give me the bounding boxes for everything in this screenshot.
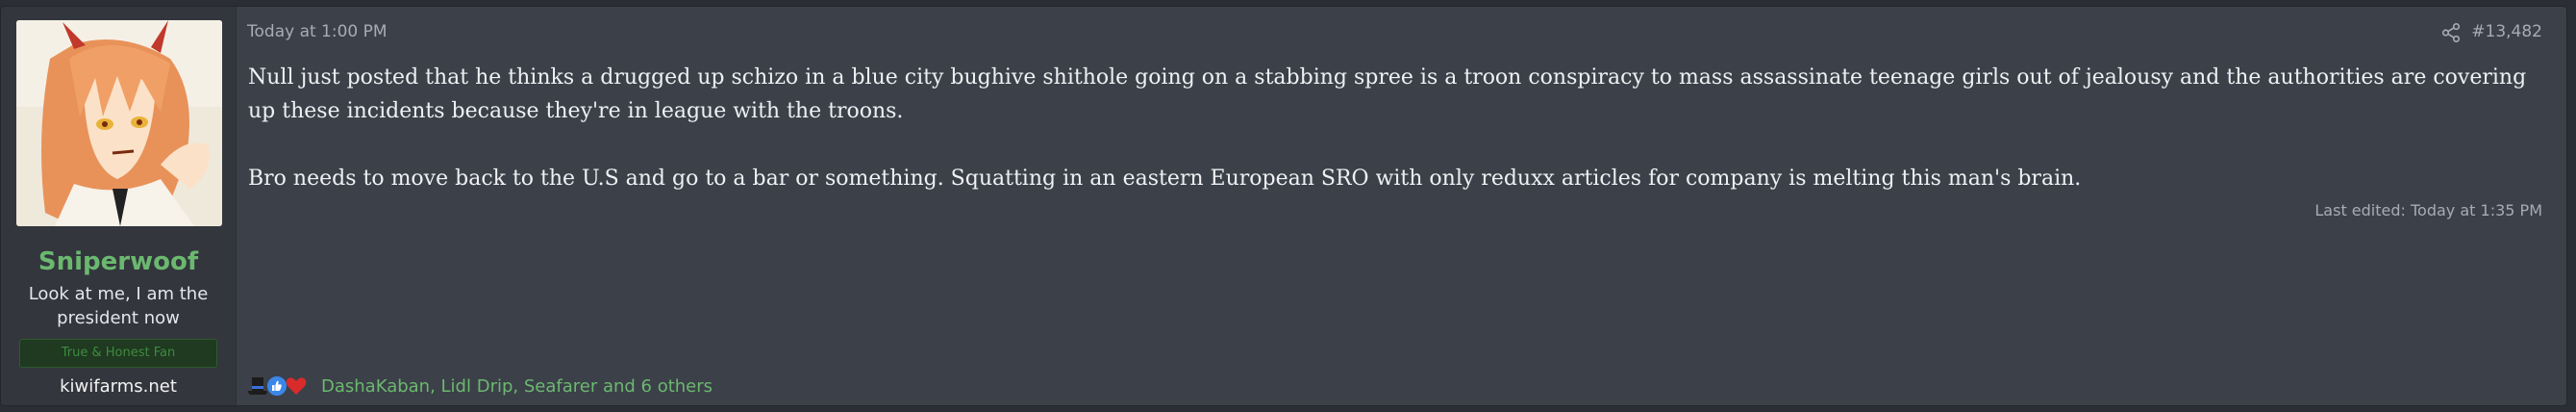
post-main: Today at 1:00 PM #13,482 Null just poste… — [237, 7, 2566, 405]
reaction-icons[interactable] — [246, 373, 313, 399]
last-edited-note: Last edited: Today at 1:35 PM — [2314, 201, 2542, 219]
anime-avatar-image — [16, 20, 222, 226]
post-body: Null just posted that he thinks a drugge… — [248, 61, 2537, 195]
post-paragraph: Null just posted that he thinks a drugge… — [248, 65, 2527, 123]
user-avatar[interactable] — [16, 20, 222, 226]
post-paragraph: Bro needs to move back to the U.S and go… — [248, 167, 2082, 191]
user-title: Look at me, I am the president now — [28, 284, 209, 328]
reactions-bar[interactable]: DashaKaban, Lidl Drip, Seafarer and 6 ot… — [246, 373, 713, 399]
heart-icon — [286, 377, 307, 395]
user-banner: True & Honest Fan — [19, 339, 217, 368]
share-icon[interactable] — [2440, 22, 2462, 43]
post-date-link[interactable]: Today at 1:00 PM — [247, 22, 388, 41]
post-number-link[interactable]: #13,482 — [2471, 22, 2542, 41]
username-link[interactable]: Sniperwoof — [1, 247, 236, 276]
user-info-panel: Sniperwoof Look at me, I am the presiden… — [1, 7, 237, 405]
forum-post: Sniperwoof Look at me, I am the presiden… — [0, 6, 2567, 406]
user-site: kiwifarms.net — [60, 376, 177, 397]
reaction-users-link[interactable]: DashaKaban, Lidl Drip, Seafarer and 6 ot… — [321, 376, 713, 397]
